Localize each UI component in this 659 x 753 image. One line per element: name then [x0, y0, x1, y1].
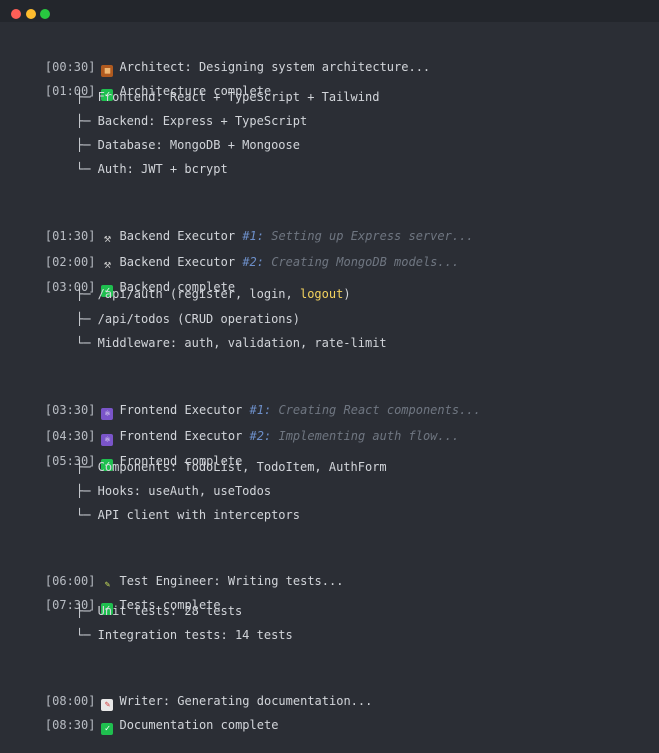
tree-item: ├─ /api/todos (CRUD operations) [76, 312, 300, 326]
tree-item: └─ Middleware: auth, validation, rate-li… [76, 336, 387, 350]
window-titlebar [0, 0, 659, 22]
tree-item: └─ Auth: JWT + bcrypt [76, 162, 228, 176]
maximize-window-button[interactable] [40, 9, 50, 19]
log-line-frontend-2: [04:30] ⚛ Frontend Executor #2: Implementi… [16, 409, 459, 446]
tree-item: ├─ Database: MongoDB + Mongoose [76, 138, 300, 152]
log-line-backend-2: [02:00] ⚒ Backend Executor #2: Creating Mo… [16, 235, 459, 270]
executor-number: #2: [242, 255, 264, 269]
tree-item: ├─ Hooks: useAuth, useTodos [76, 484, 272, 498]
minimize-window-button[interactable] [26, 9, 36, 19]
tree-item: └─ Integration tests: 14 tests [76, 628, 293, 642]
log-line-frontend-done: [05:30] ✓ Frontend complete [16, 434, 242, 471]
tree-text: ) [343, 287, 351, 301]
tree-item: └─ API client with interceptors [76, 508, 300, 522]
log-line-arch-done: [01:00] ✓ Architecture complete [16, 64, 271, 101]
tree-item: ├─ Unit tests: 28 tests [76, 604, 243, 618]
highlighted-text: logout [299, 287, 344, 301]
log-line-frontend-1: [03:30] ⚛ Frontend Executor #1: Creating R… [16, 383, 481, 420]
close-window-button[interactable] [11, 9, 21, 19]
tree-text: ├─ /api/auth (register, login, [76, 287, 300, 301]
check-icon: ✓ [101, 723, 114, 735]
tree-item: ├─ Components: TodoList, TodoItem, AuthF… [76, 460, 387, 474]
executor-number: #2: [249, 429, 272, 443]
task-text: Implementing auth flow... [278, 429, 460, 443]
tree-item: ├─ /api/auth (register, login, logout) [76, 285, 351, 303]
log-line-doc-done: [08:30] ✓ Documentation complete [16, 698, 278, 735]
log-line-test: [06:00] ✎ Test Engineer: Writing tests... [16, 554, 344, 590]
tree-item: ├─ Frontend: React + TypeScript + Tailwi… [76, 90, 380, 104]
log-line-backend-done: [03:00] ✓ Backend complete [16, 260, 235, 297]
log-line-writer: [08:00] ✎ Writer: Generating documentation… [16, 674, 372, 711]
log-line-test-done: [07:30] ✓ Tests complete [16, 578, 221, 615]
log-line-backend-1: [01:30] ⚒ Backend Executor #1: Setting up … [16, 209, 474, 244]
log-line-architect: [00:30] ▦ Architect: Designing system arch… [16, 40, 430, 77]
task-text: Creating MongoDB models... [271, 255, 460, 269]
tree-item: ├─ Backend: Express + TypeScript [76, 114, 308, 128]
